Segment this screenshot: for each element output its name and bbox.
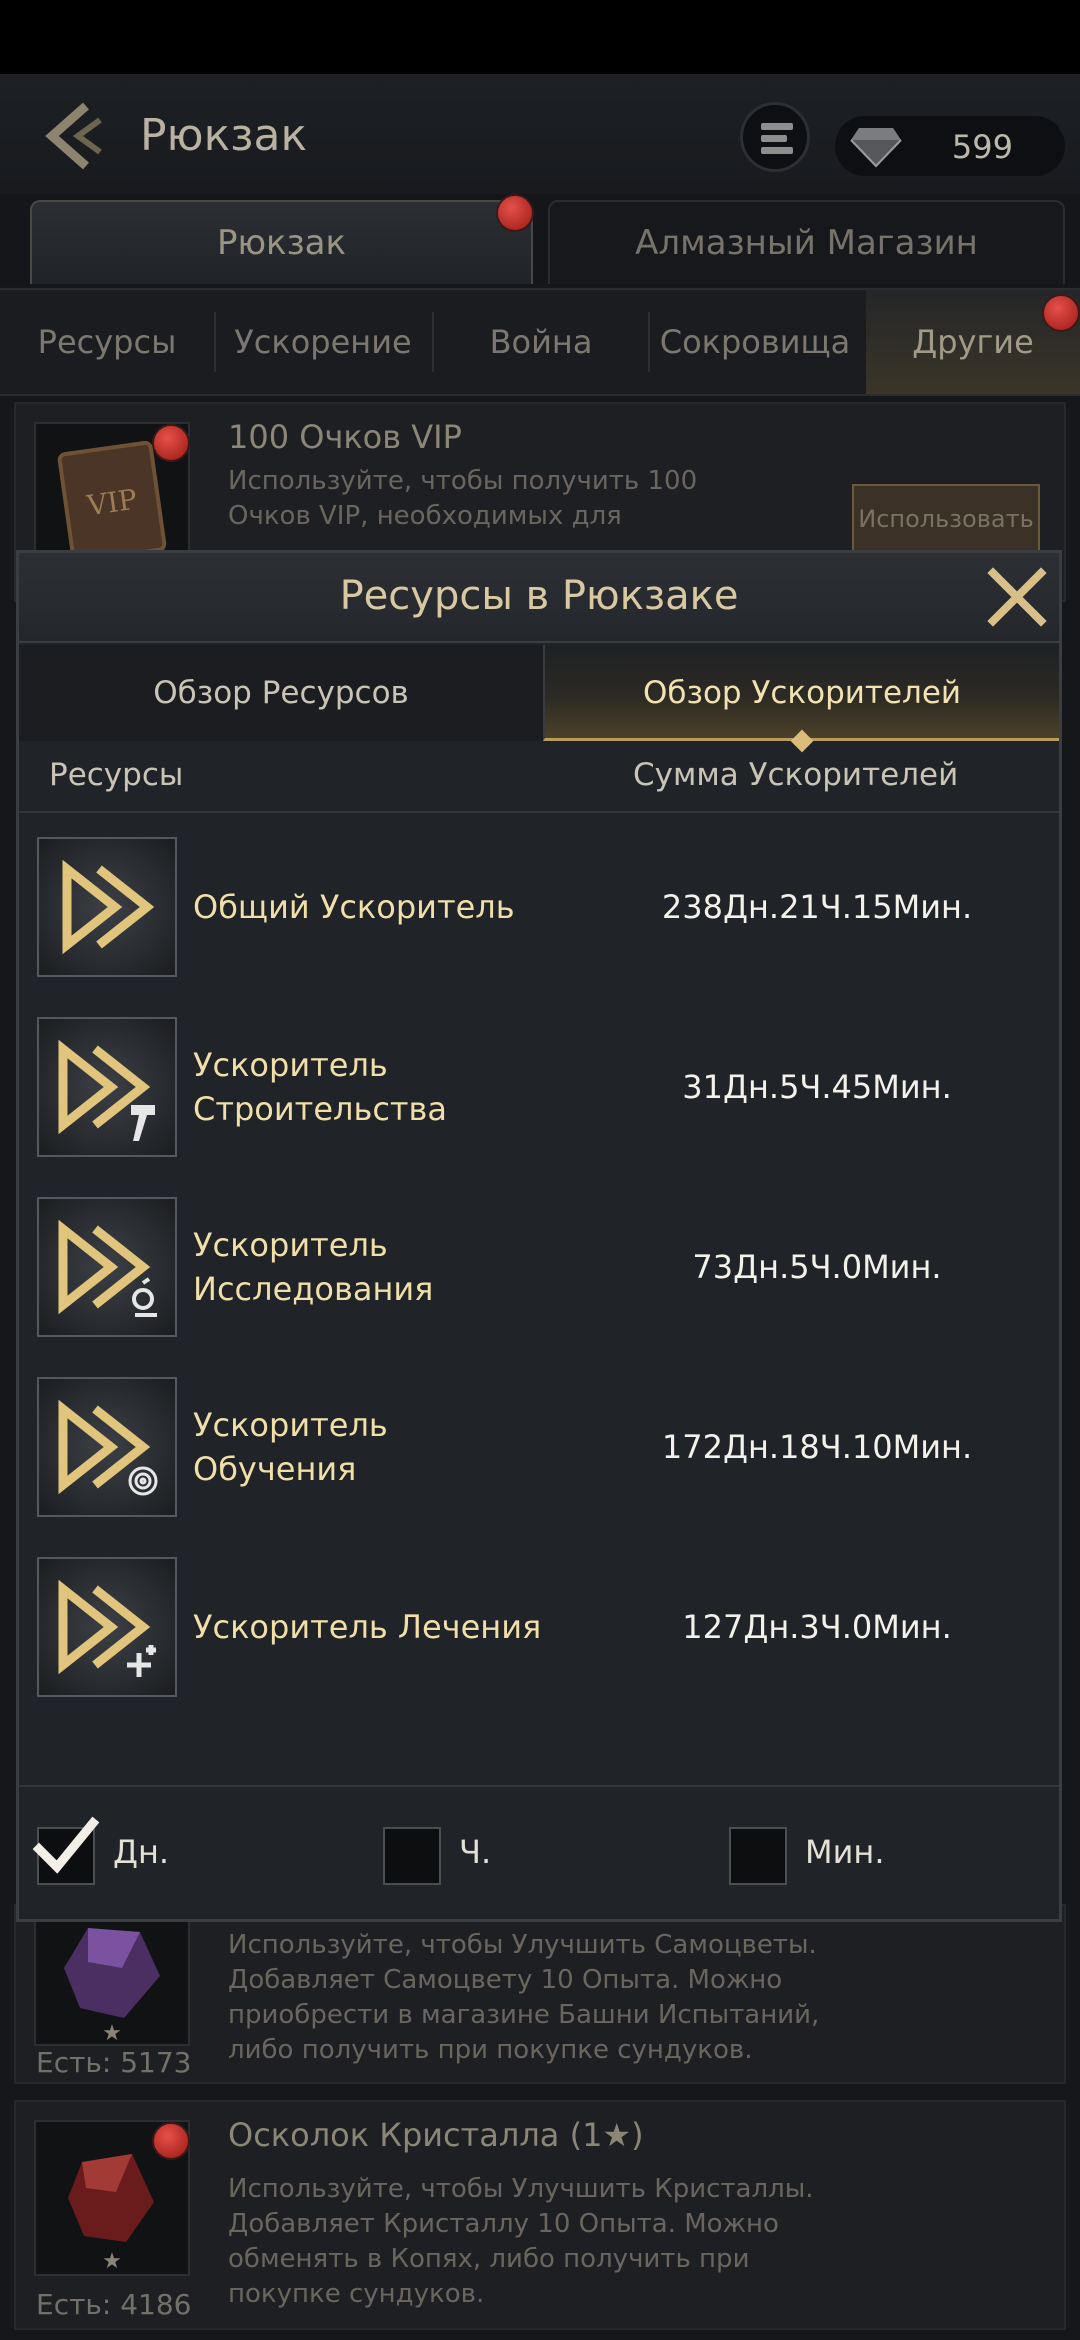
column-header-sum: Сумма Ускорителей <box>633 757 959 793</box>
speedup-name: Ускоритель Обучения <box>193 1406 388 1488</box>
minutes-label: Мин. <box>805 1833 885 1871</box>
unit-selector: Дн. Ч. Мин. <box>19 1785 1059 1921</box>
list-item: Ускоритель Строительства 31Дн.5Ч.45Мин. <box>37 1017 1045 1157</box>
list-item: Общий Ускоритель 238Дн.21Ч.15Мин. <box>37 837 1045 977</box>
item-count: Есть: 5173 <box>36 2046 192 2079</box>
notification-badge <box>152 2122 190 2160</box>
category-tabs: Ресурсы Ускорение Война Сокровища Другие <box>0 288 1080 396</box>
minutes-checkbox[interactable] <box>729 1827 787 1885</box>
item-count: Есть: 4186 <box>36 2288 192 2321</box>
main-tabs: Рюкзак Алмазный Магазин <box>0 194 1080 286</box>
speedup-total: 172Дн.18Ч.10Мин. <box>661 1428 973 1466</box>
training-speedup-icon <box>37 1377 177 1517</box>
modal-header: Ресурсы в Рюкзаке <box>19 553 1059 643</box>
checkmark-icon <box>32 1816 100 1874</box>
close-icon[interactable] <box>985 565 1049 629</box>
speedup-total: 31Дн.5Ч.45Мин. <box>682 1068 952 1106</box>
back-arrow-icon[interactable] <box>38 100 112 172</box>
use-button[interactable]: Использовать <box>852 484 1040 554</box>
speedup-name: Ускоритель Исследования <box>193 1226 434 1308</box>
notification-badge <box>1042 294 1080 332</box>
status-bar <box>0 0 1080 74</box>
tab-resource-overview[interactable]: Обзор Ресурсов <box>19 645 543 741</box>
svg-text:★: ★ <box>102 2021 122 2044</box>
construction-speedup-icon <box>37 1017 177 1157</box>
item-name: 100 Очков VIP <box>228 418 462 456</box>
svg-text:VIP: VIP <box>84 483 139 523</box>
tab-diamond-shop[interactable]: Алмазный Магазин <box>548 200 1065 284</box>
item-description: Используйте, чтобы получить 100 Очков VI… <box>228 466 698 531</box>
tab-speedups[interactable]: Ускорение <box>216 290 430 394</box>
item-description: Используйте, чтобы Улучшить Кристаллы. Д… <box>228 2174 814 2309</box>
tab-war[interactable]: Война <box>434 290 648 394</box>
resources-modal: Ресурсы в Рюкзаке Обзор Ресурсов Обзор У… <box>16 550 1062 1922</box>
gem-icon: ★ <box>64 1928 160 2046</box>
notification-badge <box>496 194 534 232</box>
tab-speedup-overview[interactable]: Обзор Ускорителей <box>543 645 1059 741</box>
list-item[interactable]: ★ Осколок Кристалла (1★) Используйте, чт… <box>14 2100 1066 2330</box>
days-label: Дн. <box>113 1833 170 1871</box>
diamond-icon <box>850 128 902 168</box>
page-title: Рюкзак <box>140 110 308 161</box>
speedup-name: Общий Ускоритель <box>193 888 515 926</box>
notification-badge <box>152 424 190 462</box>
list-item[interactable]: ★ Используйте, чтобы Улучшить Самоцветы.… <box>14 1904 1066 2084</box>
item-description: Используйте, чтобы Улучшить Самоцветы. Д… <box>228 1930 820 2065</box>
tab-backpack[interactable]: Рюкзак <box>30 200 533 284</box>
speedup-name: Ускоритель Лечения <box>193 1608 542 1646</box>
modal-title: Ресурсы в Рюкзаке <box>339 573 739 619</box>
svg-text:★: ★ <box>102 2249 122 2274</box>
tab-resources[interactable]: Ресурсы <box>0 290 214 394</box>
item-image: ★ <box>34 1906 190 2046</box>
general-speedup-icon <box>37 837 177 977</box>
modal-tabs: Обзор Ресурсов Обзор Ускорителей <box>19 645 1059 741</box>
hours-checkbox[interactable] <box>383 1827 441 1885</box>
healing-speedup-icon <box>37 1557 177 1697</box>
item-name: Осколок Кристалла (1★) <box>228 2116 644 2154</box>
research-speedup-icon <box>37 1197 177 1337</box>
column-headers: Ресурсы Сумма Ускорителей <box>19 743 1059 813</box>
speedup-total: 73Дн.5Ч.0Мин. <box>692 1248 942 1286</box>
diamond-balance: 599 <box>835 116 1065 176</box>
speedup-name: Ускоритель Строительства <box>193 1046 448 1128</box>
hours-label: Ч. <box>459 1833 492 1871</box>
speedup-total: 127Дн.3Ч.0Мин. <box>682 1608 952 1646</box>
diamond-count: 599 <box>951 128 1013 166</box>
column-header-resources: Ресурсы <box>49 757 184 793</box>
speedup-total: 238Дн.21Ч.15Мин. <box>661 888 973 926</box>
list-item: Ускоритель Исследования 73Дн.5Ч.0Мин. <box>37 1197 1045 1337</box>
top-bar: Рюкзак 599 <box>0 74 1080 194</box>
list-item: Ускоритель Обучения 172Дн.18Ч.10Мин. <box>37 1377 1045 1517</box>
tab-treasures[interactable]: Сокровища <box>650 290 860 394</box>
list-menu-icon[interactable] <box>740 102 810 172</box>
list-item: Ускоритель Лечения 127Дн.3Ч.0Мин. <box>37 1557 1045 1697</box>
